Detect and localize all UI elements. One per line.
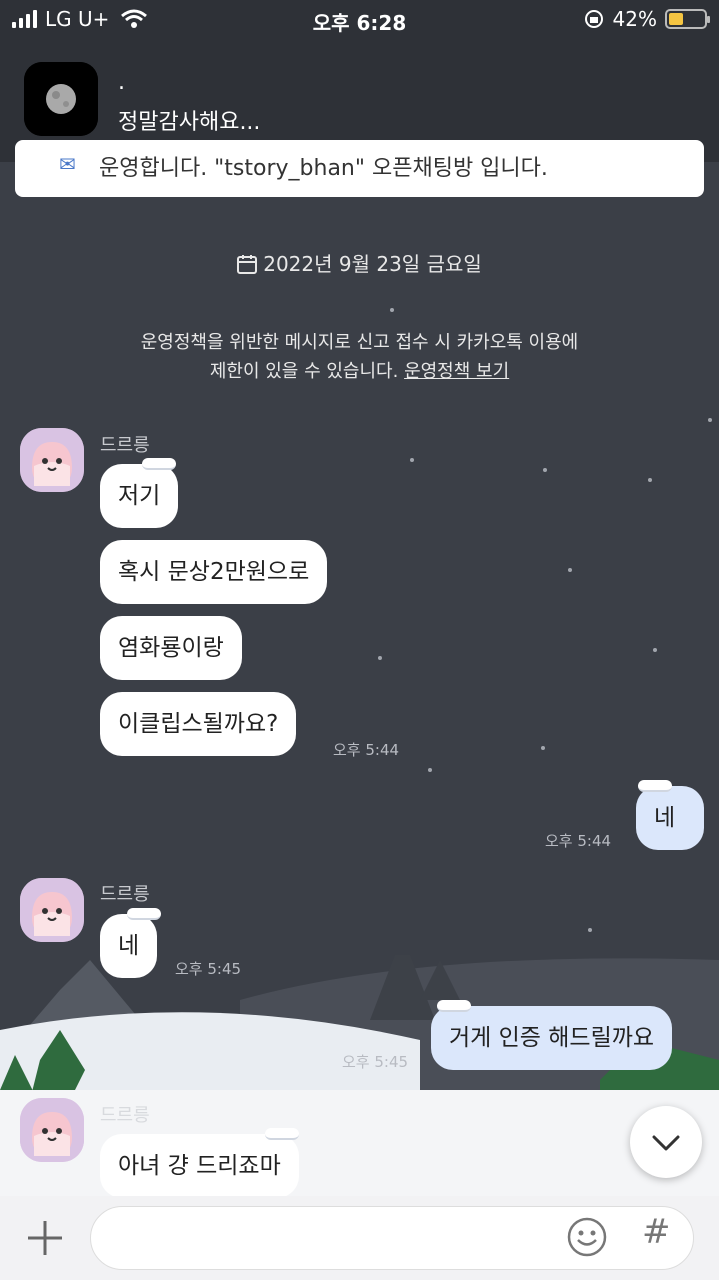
apeach-icon: [20, 1098, 84, 1162]
message-bubble[interactable]: 혹시 문상2만원으로: [100, 540, 328, 604]
calendar-icon: [237, 255, 258, 274]
message-text: 거게 인증 해드릴까요: [449, 1025, 655, 1051]
message-bubble[interactable]: 저기: [100, 458, 179, 528]
message-bubble[interactable]: 이클립스될까요?: [100, 692, 297, 756]
battery-percent: 42%: [612, 7, 657, 31]
status-bar: LG U+ 오후 6:28 42%: [0, 0, 719, 40]
message-bubble-mine[interactable]: 네: [636, 780, 704, 850]
message-text: 저기: [118, 483, 161, 509]
message-time: 오후 5:45: [175, 960, 242, 978]
notice-bar[interactable]: ✉ 운영합니다. "tstory_bhan" 오픈채팅방 입니다.: [15, 140, 704, 197]
notification-avatar: [24, 62, 98, 136]
policy-notice: 운영정책을 위반한 메시지로 신고 접수 시 카카오톡 이용에 제한이 있을 수…: [0, 328, 719, 386]
emoji-icon[interactable]: [566, 1216, 608, 1258]
message-text: 네: [118, 933, 140, 959]
moon-icon: [24, 62, 98, 136]
message-bubble-mine[interactable]: 거게 인증 해드릴까요: [431, 1000, 673, 1070]
message-text: 아녀 걍 드리죠마: [118, 1153, 281, 1179]
message-text: 혹시 문상2만원으로: [118, 559, 310, 585]
apeach-icon: [20, 878, 84, 942]
message-text: 네: [654, 805, 676, 831]
message-bubble[interactable]: 염화룡이랑: [100, 616, 242, 680]
megaphone-icon: ✉: [59, 152, 76, 176]
apeach-icon: [20, 428, 84, 492]
notification-sender: .: [118, 70, 125, 95]
hash-icon[interactable]: #: [642, 1212, 671, 1252]
date-divider: 2022년 9월 23일 금요일: [0, 248, 719, 277]
avatar[interactable]: [20, 878, 84, 942]
sender-name: 드르릉: [100, 884, 150, 905]
avatar[interactable]: [20, 428, 84, 492]
sender-name: 드르릉: [100, 1105, 150, 1126]
rotation-lock-icon: [584, 10, 603, 28]
notice-text: 운영합니다. "tstory_bhan" 오픈채팅방 입니다.: [99, 156, 548, 181]
message-text: 염화룡이랑: [118, 635, 224, 661]
message-time: 오후 5:44: [545, 832, 612, 850]
policy-text-2: 제한이 있을 수 있습니다.: [209, 361, 399, 382]
policy-text: 운영정책을 위반한 메시지로 신고 접수 시 카카오톡 이용에: [140, 332, 579, 353]
battery-icon: [665, 9, 710, 29]
message-text: 이클립스될까요?: [118, 711, 279, 737]
status-right: 42%: [583, 7, 710, 31]
chevron-down-icon: [652, 1135, 680, 1151]
date-text: 2022년 9월 23일 금요일: [263, 252, 482, 276]
message-bubble[interactable]: 네: [100, 908, 162, 978]
avatar[interactable]: [20, 1098, 84, 1162]
plus-icon[interactable]: [25, 1218, 65, 1258]
notification-message: 정말감사해요...: [118, 110, 261, 135]
message-time: 오후 5:44: [333, 741, 400, 759]
message-bubble[interactable]: 아녀 걍 드리죠마: [100, 1128, 299, 1198]
scroll-down-button[interactable]: [630, 1106, 702, 1178]
policy-link[interactable]: 운영정책 보기: [404, 361, 509, 382]
input-bar: #: [0, 1196, 719, 1280]
message-time: 오후 5:45: [342, 1053, 409, 1071]
sender-name: 드르릉: [100, 435, 150, 456]
